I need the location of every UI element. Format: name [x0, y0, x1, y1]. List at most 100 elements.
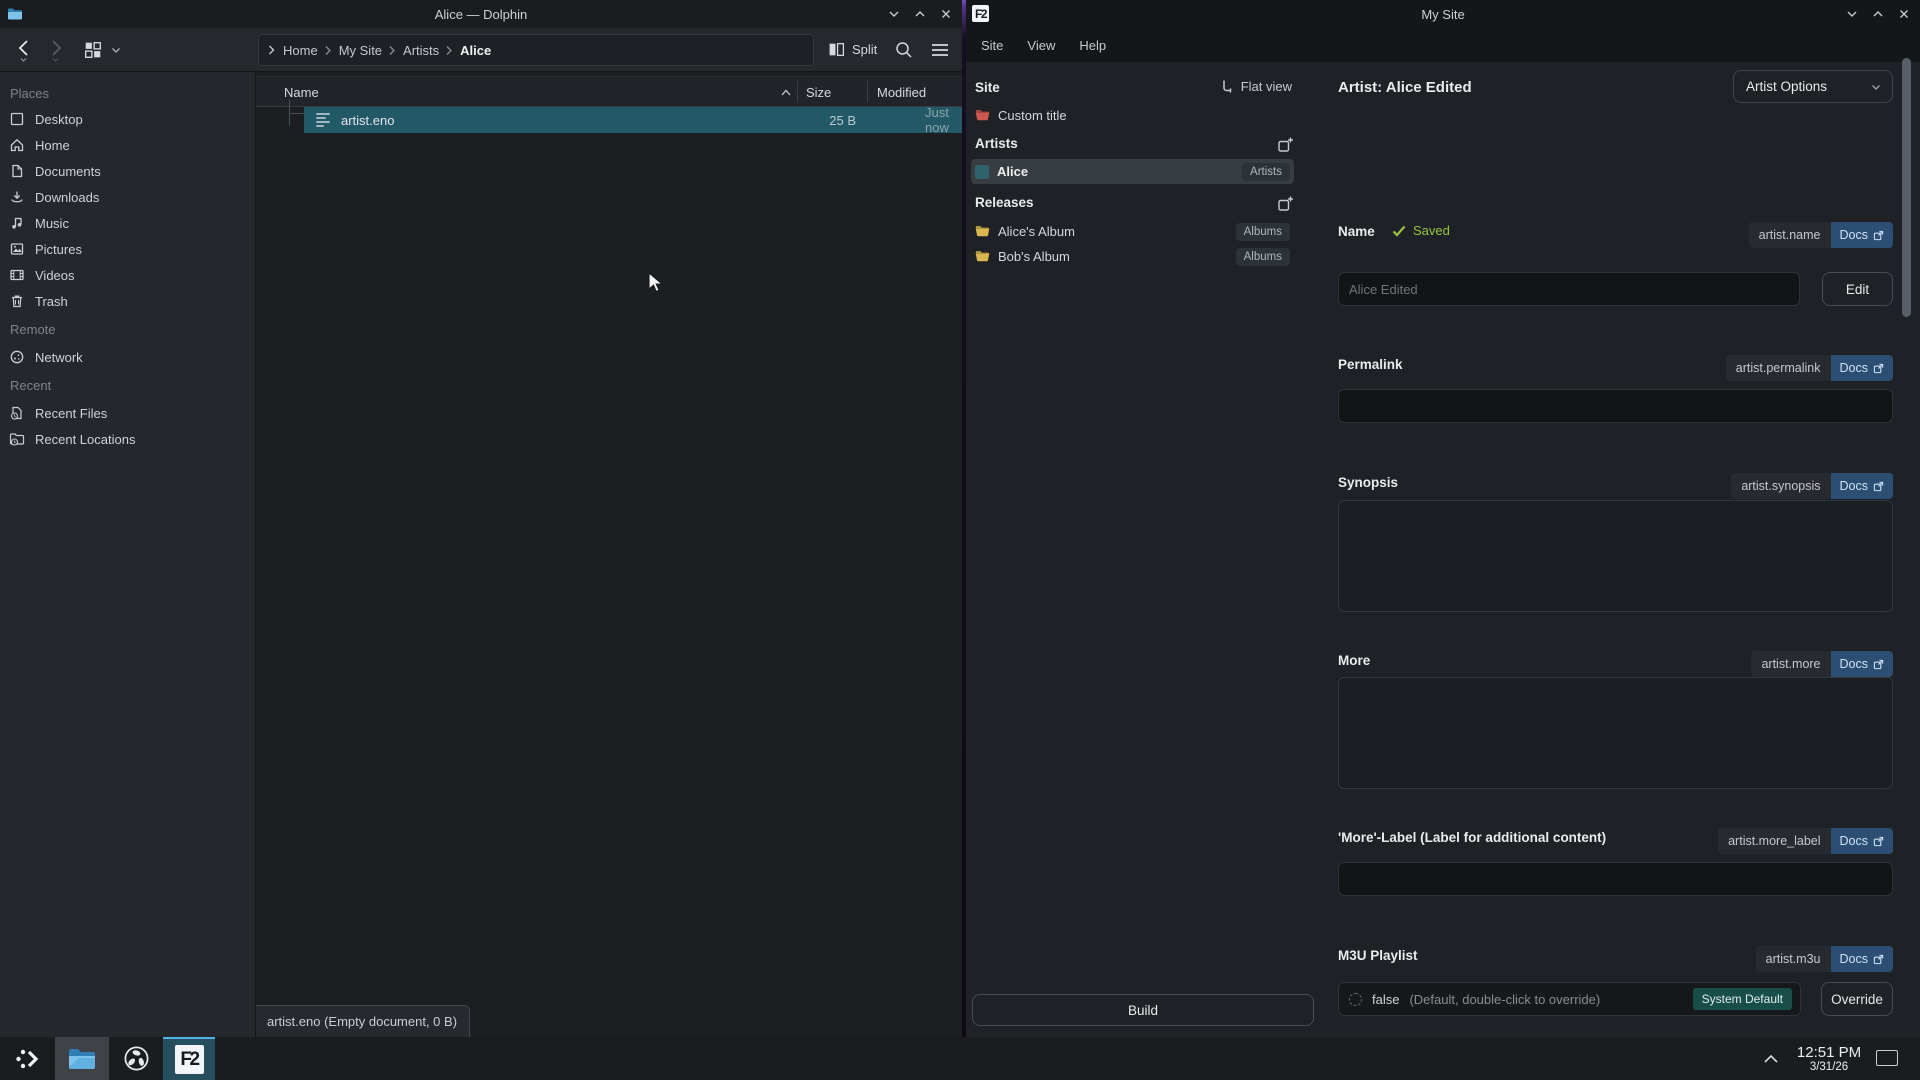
minimize-icon[interactable] — [886, 6, 902, 22]
taskbar: F2 12:51 PM 3/31/26 — [0, 1037, 1920, 1080]
sidebar-item-artist-alice[interactable]: Alice Artists — [971, 159, 1294, 184]
network-icon — [9, 349, 25, 365]
external-link-icon — [1873, 363, 1884, 374]
sidebar-item-custom-title[interactable]: Custom title — [971, 103, 1294, 128]
file-modified: Just now — [925, 105, 962, 135]
menu-view[interactable]: View — [1027, 38, 1055, 53]
back-icon[interactable] — [10, 34, 38, 66]
external-link-icon — [1873, 659, 1884, 670]
docs-link[interactable]: Docs — [1831, 473, 1893, 499]
sidebar-item-trash[interactable]: Trash — [0, 288, 255, 314]
edit-button[interactable]: Edit — [1822, 272, 1893, 306]
more-label-input[interactable] — [1338, 862, 1893, 896]
more-textarea[interactable] — [1338, 677, 1893, 789]
recent-folder-icon — [9, 431, 25, 447]
site-section-header: Site — [975, 80, 1000, 95]
sidebar-item-alices-album[interactable]: Alice's Album Albums — [971, 219, 1294, 244]
clock-widget[interactable]: 12:51 PM 3/31/26 — [1790, 1037, 1868, 1080]
external-link-icon — [1873, 481, 1884, 492]
sidebar-item-network[interactable]: Network — [0, 344, 255, 370]
build-button[interactable]: Build — [972, 994, 1314, 1026]
column-divider[interactable] — [867, 81, 868, 102]
docs-link[interactable]: Docs — [1831, 355, 1893, 381]
permalink-input[interactable] — [1338, 389, 1893, 423]
column-header-row: Name Size Modified — [256, 76, 962, 107]
view-mode-chevron-icon[interactable] — [106, 34, 126, 66]
taskbar-item-my-site[interactable]: F2 — [163, 1037, 215, 1080]
obs-icon — [123, 1045, 150, 1072]
breadcrumb-item-artists[interactable]: Artists — [403, 43, 439, 58]
taskbar-item-dolphin[interactable] — [55, 1037, 109, 1080]
sidebar-item-pictures[interactable]: Pictures — [0, 236, 255, 262]
breadcrumb-item-alice[interactable]: Alice — [460, 43, 491, 58]
docs-link[interactable]: Docs — [1831, 651, 1893, 677]
sidebar-item-recent-locations[interactable]: Recent Locations — [0, 426, 255, 452]
clock-time: 12:51 PM — [1797, 1044, 1861, 1061]
more-field-label: More — [1338, 653, 1370, 668]
column-header-modified[interactable]: Modified — [877, 77, 926, 108]
menu-site[interactable]: Site — [981, 38, 1003, 53]
sidebar-item-documents[interactable]: Documents — [0, 158, 255, 184]
column-header-size[interactable]: Size — [806, 77, 831, 108]
docs-link[interactable]: Docs — [1831, 828, 1893, 854]
sidebar-item-music[interactable]: Music — [0, 210, 255, 236]
file-name: artist.eno — [341, 113, 394, 128]
docs-link[interactable]: Docs — [1831, 222, 1893, 248]
override-button[interactable]: Override — [1821, 982, 1893, 1016]
dolphin-window-title: Alice — Dolphin — [0, 7, 962, 22]
breadcrumb-item-my-site[interactable]: My Site — [339, 43, 382, 58]
maximize-icon[interactable] — [1870, 6, 1886, 22]
close-icon[interactable] — [938, 6, 954, 22]
sidebar-item-videos[interactable]: Videos — [0, 262, 255, 288]
clock-date: 3/31/26 — [1810, 1061, 1848, 1073]
app-launcher-button[interactable] — [8, 1037, 48, 1080]
flat-view-toggle[interactable]: Flat view — [1220, 79, 1292, 94]
tray-expander-icon[interactable] — [1763, 1037, 1779, 1080]
app-titlebar[interactable]: F2 My Site — [966, 0, 1920, 28]
forward-icon[interactable] — [42, 34, 70, 66]
column-divider[interactable] — [797, 81, 798, 102]
film-icon — [9, 267, 25, 283]
sidebar-item-recent-files[interactable]: Recent Files — [0, 400, 255, 426]
permalink-key-chip: artist.permalink Docs — [1726, 355, 1893, 381]
text-file-icon — [316, 112, 332, 128]
chevron-down-icon — [1870, 81, 1882, 93]
app-launcher-icon — [13, 1045, 43, 1073]
view-mode-icon[interactable] — [80, 34, 106, 66]
new-artist-icon[interactable] — [1277, 136, 1294, 153]
maximize-icon[interactable] — [912, 6, 928, 22]
app-menubar: Site View Help — [966, 28, 1920, 62]
sidebar-item-downloads[interactable]: Downloads — [0, 184, 255, 210]
name-key-chip: artist.name Docs — [1749, 222, 1893, 248]
file-row-artist-eno[interactable]: artist.eno 25 B Just now — [304, 107, 962, 133]
close-icon[interactable] — [1896, 6, 1912, 22]
artists-kind-badge: Artists — [1242, 163, 1290, 181]
search-icon[interactable] — [890, 34, 918, 66]
sidebar-item-bobs-album[interactable]: Bob's Album Albums — [971, 244, 1294, 269]
recent-file-icon — [9, 405, 25, 421]
system-default-badge: System Default — [1693, 988, 1792, 1010]
m3u-key-chip: artist.m3u Docs — [1756, 946, 1893, 972]
location-bar[interactable]: Home My Site Artists Alice — [258, 34, 814, 66]
radio-dashed-icon[interactable] — [1349, 993, 1362, 1006]
split-button[interactable]: Split — [824, 34, 881, 66]
check-icon — [1392, 225, 1406, 237]
breadcrumb-item-home[interactable]: Home — [283, 43, 318, 58]
dolphin-titlebar[interactable]: Alice — Dolphin — [0, 0, 962, 28]
sidebar-item-home[interactable]: Home — [0, 132, 255, 158]
name-input[interactable] — [1338, 272, 1800, 306]
menu-help[interactable]: Help — [1079, 38, 1106, 53]
docs-link[interactable]: Docs — [1831, 946, 1893, 972]
m3u-value: false — [1372, 992, 1399, 1007]
minimize-icon[interactable] — [1844, 6, 1860, 22]
vertical-scrollbar[interactable] — [1902, 58, 1911, 317]
show-desktop-button[interactable] — [1876, 1050, 1898, 1066]
m3u-default-row[interactable]: false (Default, double-click to override… — [1338, 982, 1801, 1016]
app-window-title: My Site — [966, 7, 1920, 22]
new-release-icon[interactable] — [1277, 195, 1294, 212]
hamburger-icon[interactable] — [926, 34, 954, 66]
artist-options-dropdown[interactable]: Artist Options — [1733, 70, 1893, 103]
taskbar-item-obs[interactable] — [109, 1037, 163, 1080]
synopsis-textarea[interactable] — [1338, 500, 1893, 612]
sidebar-item-desktop[interactable]: Desktop — [0, 106, 255, 132]
